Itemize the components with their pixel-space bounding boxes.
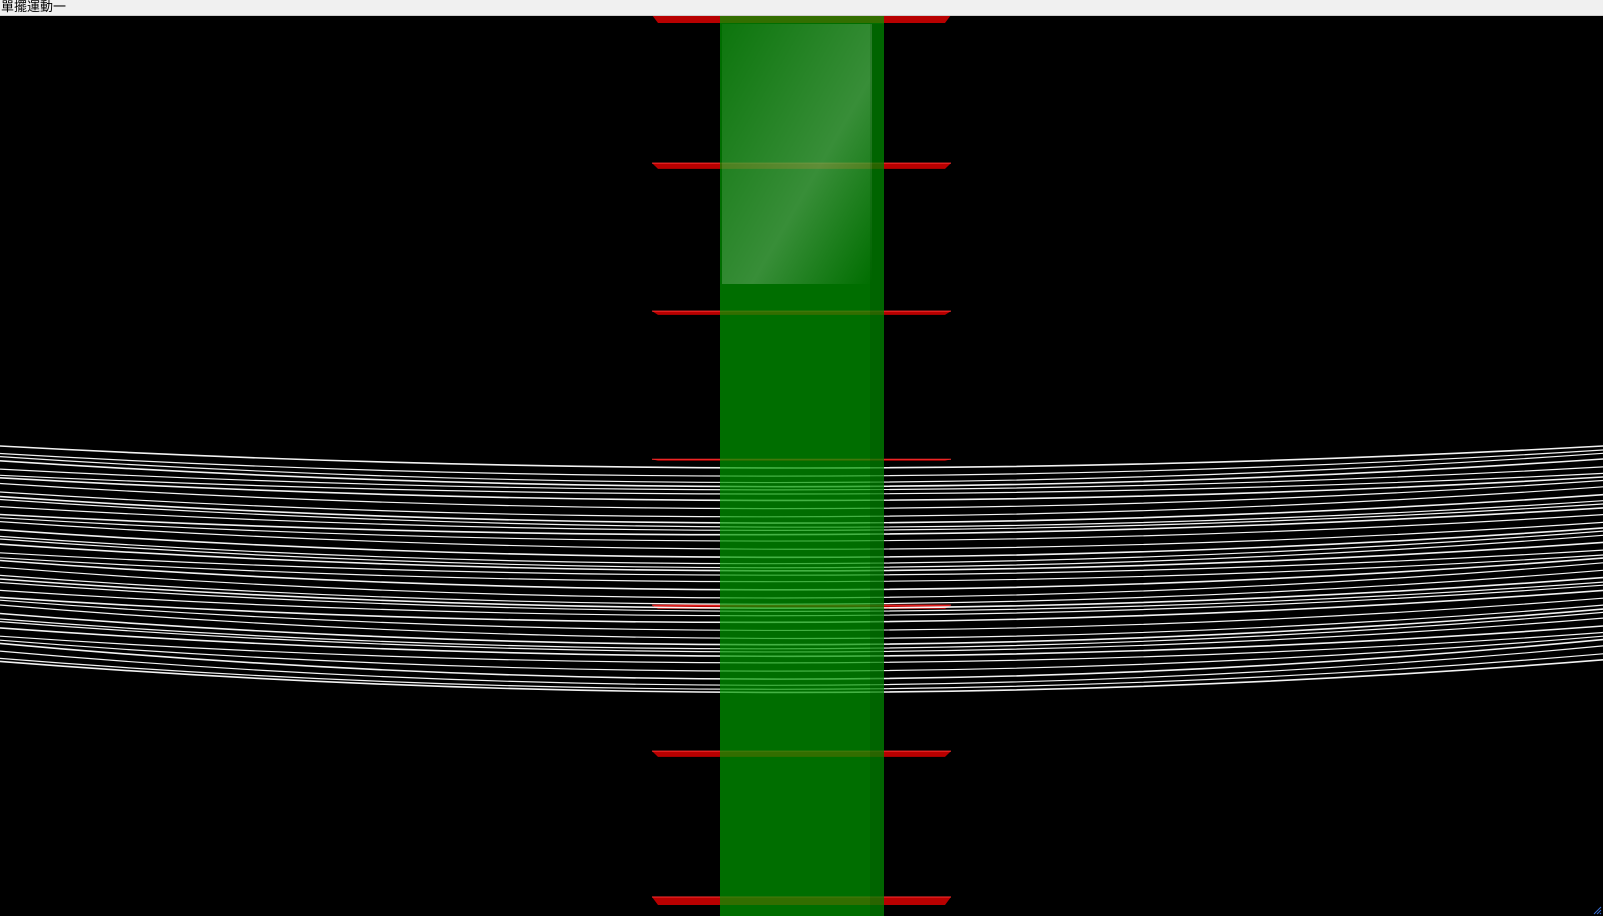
app-window: 單擺運動一 (0, 0, 1603, 916)
title-bar[interactable]: 單擺運動一 (0, 0, 1603, 16)
pendulum-layer (720, 16, 884, 916)
simulation-viewport[interactable] (0, 16, 1603, 916)
resize-grip-icon[interactable] (1592, 905, 1602, 915)
pendulum-shade (870, 24, 884, 916)
pendulum-highlight (722, 24, 872, 284)
pendulum-scene (0, 16, 1603, 916)
window-title: 單擺運動一 (1, 0, 67, 15)
